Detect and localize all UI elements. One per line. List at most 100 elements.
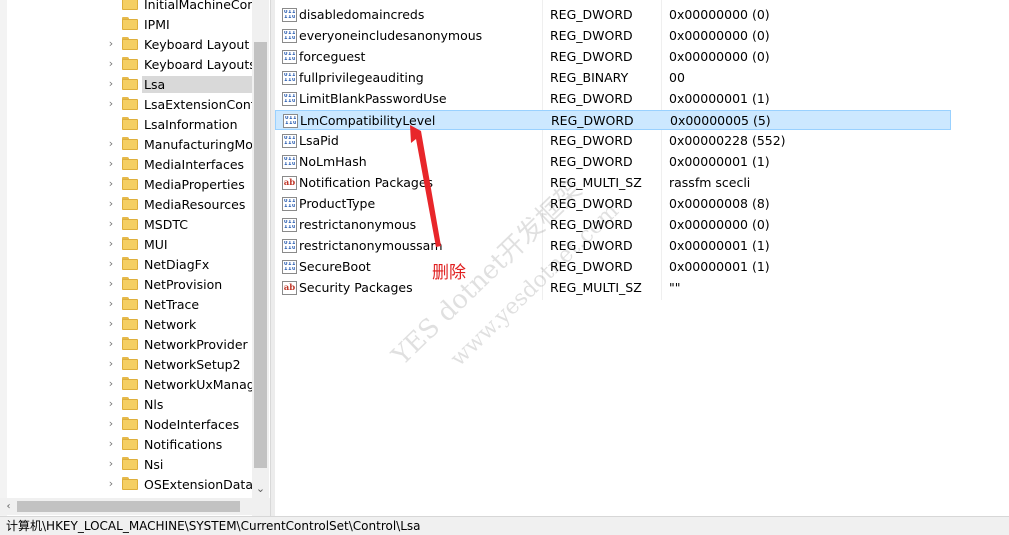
- tree-horizontal-scroll-thumb[interactable]: [17, 501, 240, 512]
- tree-item[interactable]: › MediaResources: [0, 194, 252, 214]
- expand-chevron-icon[interactable]: ›: [106, 338, 116, 350]
- expand-chevron-icon[interactable]: ›: [106, 378, 116, 390]
- folder-icon: [122, 117, 138, 130]
- expand-chevron-icon[interactable]: ›: [106, 398, 116, 410]
- value-data: 00: [669, 70, 685, 85]
- registry-value-row[interactable]: 011 110 NoLmHash REG_DWORD 0x00000001 (1): [275, 152, 951, 172]
- registry-value-row[interactable]: ab Notification Packages REG_MULTI_SZ rassf…: [275, 173, 951, 193]
- registry-value-row[interactable]: 011 110 restrictanonymoussam REG_DWORD 0x000…: [275, 236, 951, 256]
- registry-value-row[interactable]: ab Security Packages REG_MULTI_SZ "": [275, 278, 951, 298]
- tree-item[interactable]: LsaInformation: [0, 114, 252, 134]
- expand-chevron-icon[interactable]: ›: [106, 478, 116, 490]
- tree-vertical-scrollbar[interactable]: ⌄: [252, 0, 269, 498]
- scroll-down-chevron-icon[interactable]: ⌄: [252, 480, 269, 497]
- value-name: LmCompatibilityLevel: [300, 113, 436, 128]
- folder-icon: [122, 457, 138, 470]
- registry-value-row[interactable]: 011 110 fullprivilegeauditing REG_BINARY 00: [275, 68, 951, 88]
- expand-chevron-icon[interactable]: ›: [106, 198, 116, 210]
- binary-glyph-top: 011: [284, 241, 295, 245]
- binary-value-icon: 011 110: [282, 50, 297, 64]
- tree-item[interactable]: › Notifications: [0, 434, 252, 454]
- tree-item[interactable]: › NetworkSetup2: [0, 354, 252, 374]
- tree-item[interactable]: › Nls: [0, 394, 252, 414]
- tree-item[interactable]: › MSDTC: [0, 214, 252, 234]
- binary-glyph-bottom: 110: [284, 15, 295, 19]
- tree-item-label: ManufacturingMod: [144, 137, 252, 152]
- expand-chevron-icon[interactable]: ›: [106, 218, 116, 230]
- tree-item[interactable]: › LsaExtensionConfig: [0, 94, 252, 114]
- expand-chevron-icon[interactable]: ›: [106, 38, 116, 50]
- expand-chevron-icon[interactable]: ›: [106, 318, 116, 330]
- tree-item[interactable]: › Keyboard Layout: [0, 34, 252, 54]
- registry-value-row[interactable]: 011 110 ProductType REG_DWORD 0x00000008 (8): [275, 194, 951, 214]
- registry-value-row[interactable]: 011 110 LmCompatibilityLevel REG_DWORD 0x000…: [275, 110, 951, 130]
- registry-key-tree-pane[interactable]: InitialMachineConf IPMI › Keyboard Layout › K…: [0, 0, 270, 516]
- tree-item[interactable]: › NetworkProvider: [0, 334, 252, 354]
- registry-key-tree: InitialMachineConf IPMI › Keyboard Layout › K…: [0, 0, 252, 494]
- expand-chevron-icon[interactable]: ›: [106, 418, 116, 430]
- tree-item[interactable]: InitialMachineConf: [0, 0, 252, 14]
- value-data: 0x00000001 (1): [669, 91, 770, 106]
- expand-chevron-icon[interactable]: ›: [106, 158, 116, 170]
- tree-item[interactable]: › Keyboard Layouts: [0, 54, 252, 74]
- expand-chevron-icon[interactable]: ›: [106, 178, 116, 190]
- registry-value-row[interactable]: 011 110 disabledomaincreds REG_DWORD 0x00000…: [275, 5, 951, 25]
- expand-chevron-icon[interactable]: ›: [106, 278, 116, 290]
- tree-item[interactable]: › MediaInterfaces: [0, 154, 252, 174]
- string-value-icon: ab: [282, 176, 297, 190]
- registry-value-row[interactable]: 011 110 LimitBlankPasswordUse REG_DWORD 0x00…: [275, 89, 951, 109]
- expand-chevron-icon[interactable]: ›: [106, 438, 116, 450]
- tree-item[interactable]: › Network: [0, 314, 252, 334]
- binary-value-icon: 011 110: [282, 239, 297, 253]
- registry-value-row[interactable]: 011 110 SecureBoot REG_DWORD 0x00000001 (1): [275, 257, 951, 277]
- value-name: Notification Packages: [299, 175, 434, 190]
- tree-item-label: OSExtensionDatab: [144, 477, 252, 492]
- value-type: REG_DWORD: [550, 49, 633, 64]
- expand-chevron-icon[interactable]: ›: [106, 258, 116, 270]
- status-bar-key-path: 计算机\HKEY_LOCAL_MACHINE\SYSTEM\CurrentCon…: [6, 519, 421, 533]
- expand-chevron-icon[interactable]: ›: [106, 138, 116, 150]
- binary-glyph-top: 011: [284, 10, 295, 14]
- tree-item[interactable]: › OSExtensionDatab: [0, 474, 252, 494]
- registry-value-row[interactable]: 011 110 restrictanonymous REG_DWORD 0x000000…: [275, 215, 951, 235]
- tree-item[interactable]: › NodeInterfaces: [0, 414, 252, 434]
- tree-item[interactable]: › Lsa: [0, 74, 252, 94]
- tree-item[interactable]: › MUI: [0, 234, 252, 254]
- tree-item[interactable]: › ManufacturingMod: [0, 134, 252, 154]
- registry-value-row[interactable]: 011 110 LsaPid REG_DWORD 0x00000228 (552): [275, 131, 951, 151]
- tree-item[interactable]: › NetDiagFx: [0, 254, 252, 274]
- registry-value-row[interactable]: 011 110 forceguest REG_DWORD 0x00000000 (0): [275, 47, 951, 67]
- binary-glyph-bottom: 110: [285, 121, 296, 125]
- expand-chevron-icon[interactable]: ›: [106, 358, 116, 370]
- scroll-left-chevron-icon[interactable]: ‹: [0, 498, 17, 515]
- tree-item[interactable]: › NetTrace: [0, 294, 252, 314]
- folder-icon: [122, 77, 138, 90]
- binary-glyph-top: 011: [284, 73, 295, 77]
- folder-icon: [122, 37, 138, 50]
- value-type: REG_MULTI_SZ: [550, 175, 642, 190]
- binary-glyph-top: 011: [284, 157, 295, 161]
- tree-vertical-scroll-thumb[interactable]: [254, 42, 267, 468]
- binary-value-icon: 011 110: [282, 134, 297, 148]
- expand-chevron-icon[interactable]: ›: [106, 58, 116, 70]
- tree-item[interactable]: › MediaProperties: [0, 174, 252, 194]
- tree-item[interactable]: › NetworkUxManage: [0, 374, 252, 394]
- tree-item[interactable]: › NetProvision: [0, 274, 252, 294]
- folder-icon: [122, 297, 138, 310]
- tree-horizontal-scrollbar[interactable]: ‹: [0, 498, 252, 515]
- expand-chevron-icon[interactable]: ›: [106, 458, 116, 470]
- expand-chevron-icon[interactable]: ›: [106, 98, 116, 110]
- folder-icon: [122, 357, 138, 370]
- expand-chevron-icon[interactable]: ›: [106, 298, 116, 310]
- tree-item[interactable]: IPMI: [0, 14, 252, 34]
- folder-icon: [122, 317, 138, 330]
- tree-item-label: MSDTC: [144, 217, 188, 232]
- value-type: REG_DWORD: [550, 133, 633, 148]
- scrollbar-corner: [252, 498, 270, 516]
- expand-chevron-icon[interactable]: ›: [106, 238, 116, 250]
- expand-chevron-icon[interactable]: ›: [106, 78, 116, 90]
- value-data: 0x00000228 (552): [669, 133, 786, 148]
- tree-item[interactable]: › Nsi: [0, 454, 252, 474]
- value-data: 0x00000001 (1): [669, 154, 770, 169]
- registry-value-row[interactable]: 011 110 everyoneincludesanonymous REG_DWORD…: [275, 26, 951, 46]
